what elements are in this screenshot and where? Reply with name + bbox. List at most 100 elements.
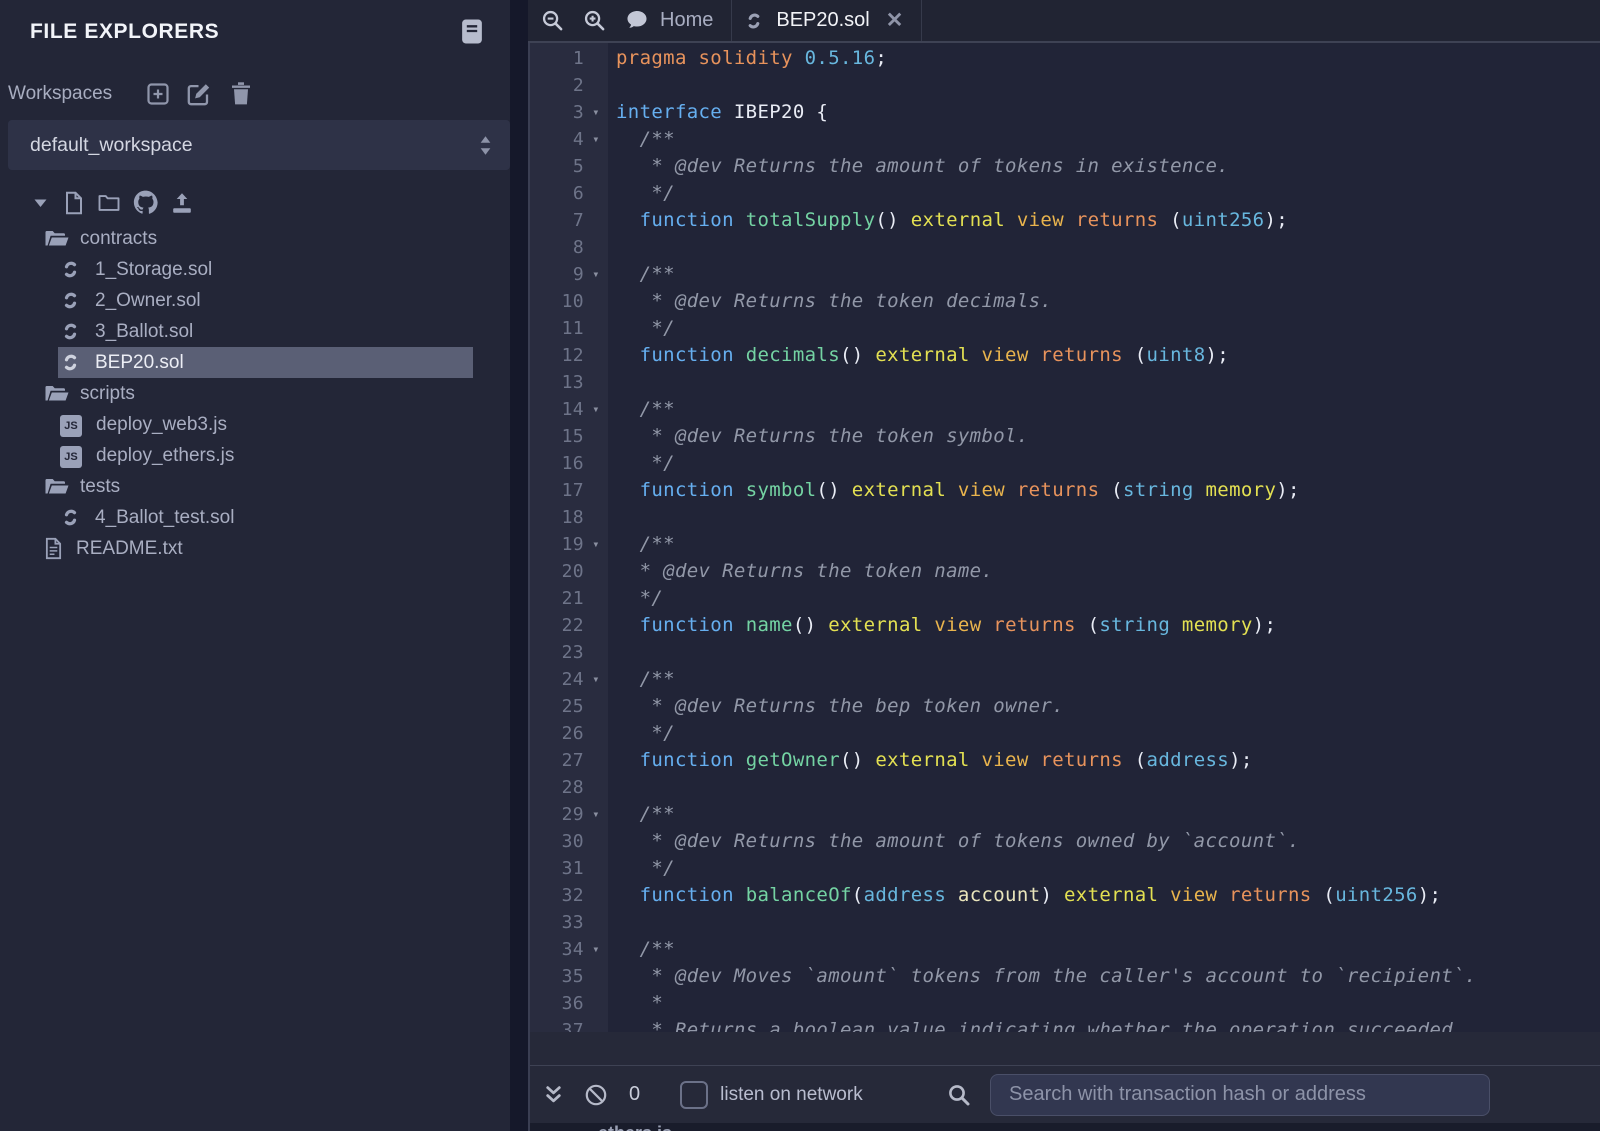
- line-number: 4: [530, 126, 584, 153]
- close-tab-icon[interactable]: ✕: [886, 10, 904, 31]
- terminal-panel: 0 listen on network - ethers.js: [528, 1032, 1600, 1131]
- code-line: 6 */: [530, 180, 1600, 207]
- fold-caret-icon[interactable]: ▾: [584, 126, 608, 153]
- tree-toolbar: [33, 190, 510, 215]
- line-number: 31: [530, 855, 584, 882]
- code-line: 5 * @dev Returns the amount of tokens in…: [530, 153, 1600, 180]
- collapse-tree-caret-icon[interactable]: [33, 198, 48, 208]
- code-line: 17 function symbol() external view retur…: [530, 477, 1600, 504]
- listen-on-network-checkbox[interactable]: [680, 1081, 708, 1109]
- zoom-in-icon[interactable]: [583, 9, 606, 32]
- open-folder-icon: [44, 229, 70, 249]
- code-text: /**: [608, 801, 675, 828]
- code-text: * Returns a boolean value indicating whe…: [608, 1017, 1465, 1032]
- remix-ide-window: FILE EXPLORERS Workspaces default_worksp…: [0, 0, 1600, 1131]
- fold-spacer: [584, 747, 608, 774]
- fold-spacer: [584, 693, 608, 720]
- code-line: 26 */: [530, 720, 1600, 747]
- code-text: [608, 369, 616, 396]
- fold-caret-icon[interactable]: ▾: [584, 531, 608, 558]
- tree-file-3_Ballot.sol[interactable]: 3_Ballot.sol: [0, 316, 510, 347]
- tab-bep20-sol[interactable]: BEP20.sol ✕: [732, 0, 921, 41]
- fold-caret-icon[interactable]: ▾: [584, 666, 608, 693]
- code-text: /**: [608, 531, 675, 558]
- fold-caret-icon[interactable]: ▾: [584, 936, 608, 963]
- clear-console-icon[interactable]: [584, 1083, 608, 1107]
- transaction-count: 0: [629, 1083, 640, 1106]
- fold-caret-icon[interactable]: ▾: [584, 396, 608, 423]
- code-text: * @dev Returns the token symbol.: [608, 423, 1029, 450]
- code-line: 13: [530, 369, 1600, 396]
- new-file-icon[interactable]: [64, 191, 84, 215]
- code-text: */: [608, 450, 675, 477]
- fold-spacer: [584, 234, 608, 261]
- tab-home-label: Home: [660, 9, 713, 32]
- tree-item-label: 1_Storage.sol: [95, 259, 212, 281]
- new-folder-icon[interactable]: [97, 193, 121, 212]
- create-workspace-icon[interactable]: [146, 82, 170, 106]
- tree-folder-scripts[interactable]: scripts: [0, 378, 510, 409]
- fold-spacer: [584, 585, 608, 612]
- fold-spacer: [584, 153, 608, 180]
- search-icon: [947, 1083, 971, 1107]
- code-text: [608, 774, 616, 801]
- workspace-select[interactable]: default_workspace: [8, 120, 510, 170]
- listen-on-network-label: listen on network: [720, 1084, 863, 1106]
- expand-terminal-icon[interactable]: [545, 1085, 562, 1104]
- line-number: 24: [530, 666, 584, 693]
- code-line: 16 */: [530, 450, 1600, 477]
- fold-spacer: [584, 423, 608, 450]
- line-number: 12: [530, 342, 584, 369]
- code-text: [608, 504, 616, 531]
- rename-workspace-icon[interactable]: [186, 81, 212, 107]
- file-explorers-panel: FILE EXPLORERS Workspaces default_worksp…: [0, 0, 510, 1131]
- fold-spacer: [584, 288, 608, 315]
- fold-caret-icon[interactable]: ▾: [584, 99, 608, 126]
- code-editor[interactable]: 1pragma solidity 0.5.16;23▾interface IBE…: [528, 43, 1600, 1032]
- line-number: 33: [530, 909, 584, 936]
- transaction-search-input[interactable]: [990, 1074, 1490, 1116]
- code-text: */: [608, 585, 663, 612]
- solidity-icon: [60, 507, 81, 528]
- tree-folder-contracts[interactable]: contracts: [0, 223, 510, 254]
- tree-item-label: deploy_ethers.js: [96, 445, 234, 467]
- code-text: [608, 639, 616, 666]
- terminal-content: - ethers.js: [530, 1123, 1600, 1131]
- tree-file-4_Ballot_test.sol[interactable]: 4_Ballot_test.sol: [0, 502, 510, 533]
- tree-file-deploy_web3.js[interactable]: JSdeploy_web3.js: [0, 409, 510, 440]
- tree-file-BEP20.sol[interactable]: BEP20.sol: [58, 347, 473, 378]
- fold-spacer: [584, 450, 608, 477]
- zoom-out-icon[interactable]: [541, 9, 564, 32]
- line-number: 26: [530, 720, 584, 747]
- line-number: 30: [530, 828, 584, 855]
- solidity-icon: [60, 321, 81, 342]
- code-text: /**: [608, 396, 675, 423]
- github-icon[interactable]: [133, 190, 158, 215]
- line-number: 8: [530, 234, 584, 261]
- fold-spacer: [584, 909, 608, 936]
- delete-workspace-icon[interactable]: [230, 82, 252, 106]
- code-line: 22 function name() external view returns…: [530, 612, 1600, 639]
- code-text: * @dev Returns the bep token owner.: [608, 693, 1064, 720]
- code-line: 34▾ /**: [530, 936, 1600, 963]
- fold-caret-icon[interactable]: ▾: [584, 261, 608, 288]
- code-line: 4▾ /**: [530, 126, 1600, 153]
- fold-caret-icon[interactable]: ▾: [584, 801, 608, 828]
- upload-icon[interactable]: [170, 191, 194, 215]
- code-line: 37 * Returns a boolean value indicating …: [530, 1017, 1600, 1032]
- tree-item-label: 2_Owner.sol: [95, 290, 201, 312]
- line-number: 17: [530, 477, 584, 504]
- tree-file-README.txt[interactable]: README.txt: [0, 533, 510, 564]
- terminal-drag-handle[interactable]: [530, 1032, 1600, 1065]
- tree-file-deploy_ethers.js[interactable]: JSdeploy_ethers.js: [0, 440, 510, 471]
- tree-file-2_Owner.sol[interactable]: 2_Owner.sol: [0, 285, 510, 316]
- line-number: 21: [530, 585, 584, 612]
- panel-resize-divider[interactable]: [510, 0, 528, 1131]
- tab-home[interactable]: Home: [612, 0, 731, 41]
- tree-folder-tests[interactable]: tests: [0, 471, 510, 502]
- tree-item-label: 3_Ballot.sol: [95, 321, 193, 343]
- tree-file-1_Storage.sol[interactable]: 1_Storage.sol: [0, 254, 510, 285]
- tree-item-label: 4_Ballot_test.sol: [95, 507, 234, 529]
- fold-spacer: [584, 855, 608, 882]
- changelog-book-icon[interactable]: [460, 18, 484, 45]
